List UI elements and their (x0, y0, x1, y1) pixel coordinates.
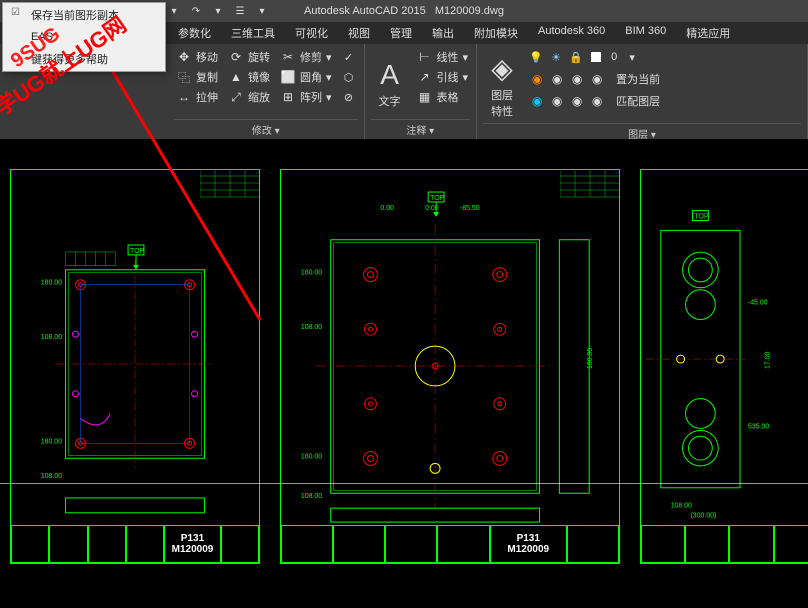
make-current-icon: ◉ (529, 71, 545, 87)
svg-text:108.00: 108.00 (301, 493, 322, 500)
sheet-3: -45.00 535.00 17.00 108.00 (300.00) TOP (641, 170, 808, 563)
svg-text:(300.00): (300.00) (691, 512, 717, 519)
extra-icon-3[interactable]: ⊘ (340, 88, 358, 106)
menu-more-help[interactable]: 键获得更多帮助 (3, 47, 165, 71)
linear-icon: ⊢ (417, 49, 433, 65)
scale-icon: ⤢ (228, 89, 244, 105)
make-current-button[interactable]: ◉◉◉◉ 置为当前 (527, 70, 662, 88)
redo-dropdown[interactable]: ▾ (208, 2, 228, 20)
svg-text:108.00: 108.00 (301, 324, 322, 331)
svg-text:TOP: TOP (694, 213, 708, 220)
drawing-canvas[interactable]: TOP 180.00 108.00 180.00 108.00 P131M120… (0, 139, 808, 608)
table-icon: ▦ (417, 89, 433, 105)
window-title: Autodesk AutoCAD 2015 M120009.dwg (304, 5, 504, 17)
qat-dropdown[interactable]: ▾ (252, 2, 272, 20)
extra-icon-2[interactable]: ⬡ (340, 68, 358, 86)
title-block-2: P131M120009 (281, 525, 619, 563)
extra-icon-1[interactable]: ✓ (340, 48, 358, 66)
svg-text:180.00: 180.00 (587, 348, 594, 369)
mirror-icon: ▲ (228, 69, 244, 85)
tab-3dtools[interactable]: 三维工具 (221, 22, 285, 44)
panel-layers: ◈ 图层 特性 💡 ☀ 🔒 0 ▾ ◉◉◉◉ 置为当前 ◉◉◉◉ 匹配图层 图层… (477, 44, 808, 139)
undo-dropdown[interactable]: ▾ (164, 2, 184, 20)
layer-props-icon: ◈ (491, 52, 513, 85)
svg-text:180.00: 180.00 (41, 280, 62, 287)
svg-text:0.00: 0.00 (425, 205, 439, 212)
leader-button[interactable]: ↗引线 ▾ (415, 68, 471, 86)
svg-text:180.00: 180.00 (41, 438, 62, 445)
menu-save-copy[interactable]: 保存当前图形副本 (3, 3, 165, 27)
match-layer-button[interactable]: ◉◉◉◉ 匹配图层 (527, 92, 662, 110)
move-icon: ✥ (176, 49, 192, 65)
sun-icon[interactable]: ☀ (547, 48, 565, 66)
color-swatch[interactable] (591, 52, 601, 62)
linear-button[interactable]: ⊢线性 ▾ (415, 48, 471, 66)
tab-addins[interactable]: 附加模块 (464, 22, 528, 44)
tab-featured[interactable]: 精选应用 (676, 22, 740, 44)
tab-parametric[interactable]: 参数化 (168, 22, 221, 44)
trim-icon: ✂ (280, 49, 296, 65)
svg-text:180.00: 180.00 (301, 453, 322, 460)
panel-modify: ✥移动 ⿻复制 ↔拉伸 ⟳旋转 ▲镜像 ⤢缩放 ✂修剪 ▾ ⬜圆角 ▾ ⊞阵列 … (168, 44, 365, 139)
copy-button[interactable]: ⿻复制 (174, 68, 220, 86)
svg-text:108.00: 108.00 (41, 473, 62, 480)
array-button[interactable]: ⊞阵列 ▾ (278, 88, 334, 106)
svg-text:-45.00: -45.00 (748, 300, 768, 307)
svg-text:-85.50: -85.50 (460, 205, 480, 212)
svg-text:108.00: 108.00 (41, 334, 62, 341)
sheet-1: TOP 180.00 108.00 180.00 108.00 (11, 170, 259, 563)
text-button[interactable]: A 文字 (371, 48, 409, 119)
copy-icon: ⿻ (176, 69, 192, 85)
tab-a360[interactable]: Autodesk 360 (528, 22, 615, 44)
layer-state-row: 💡 ☀ 🔒 0 ▾ (527, 48, 662, 66)
svg-text:180.00: 180.00 (301, 270, 322, 277)
tab-view[interactable]: 视图 (338, 22, 380, 44)
table-button[interactable]: ▦表格 (415, 88, 471, 106)
sheet1-grid (200, 169, 260, 199)
panel-annotation: A 文字 ⊢线性 ▾ ↗引线 ▾ ▦表格 注释 ▾ (365, 44, 478, 139)
bulb-icon[interactable]: 💡 (527, 48, 545, 66)
redo-icon[interactable]: ↷ (186, 2, 206, 20)
panel-modify-title: 修改 ▾ (174, 119, 358, 139)
svg-text:TOP: TOP (130, 248, 145, 255)
trim-button[interactable]: ✂修剪 ▾ (278, 48, 334, 66)
array-icon: ⊞ (280, 89, 296, 105)
crosshair-h (0, 483, 808, 484)
title-block-3 (641, 525, 808, 563)
tab-bim360[interactable]: BIM 360 (615, 22, 676, 44)
match-layer-icon: ◉ (529, 93, 545, 109)
sheet-2: 180.00 180.00 108.00 180.00 108.00 0.00 … (281, 170, 619, 563)
tab-manage[interactable]: 管理 (380, 22, 422, 44)
fillet-button[interactable]: ⬜圆角 ▾ (278, 68, 334, 86)
text-icon: A (380, 59, 399, 91)
lock-icon[interactable]: 🔒 (567, 48, 585, 66)
svg-text:108.00: 108.00 (671, 503, 692, 510)
layer-dropdown[interactable]: ▾ (623, 48, 641, 66)
tab-visualize[interactable]: 可视化 (285, 22, 338, 44)
layer-0[interactable]: 0 (607, 48, 621, 66)
svg-text:17.00: 17.00 (765, 352, 772, 369)
rotate-icon: ⟳ (228, 49, 244, 65)
leader-icon: ↗ (417, 69, 433, 85)
stretch-button[interactable]: ↔拉伸 (174, 88, 220, 106)
scale-button[interactable]: ⤢缩放 (226, 88, 272, 106)
mirror-button[interactable]: ▲镜像 (226, 68, 272, 86)
layer-props-button[interactable]: ◈ 图层 特性 (483, 48, 521, 123)
qat-customize-menu: 保存当前图形副本 EAS 键获得更多帮助 (2, 2, 166, 72)
sheet2-grid (560, 169, 620, 199)
move-button[interactable]: ✥移动 (174, 48, 220, 66)
stretch-icon: ↔ (176, 89, 192, 105)
qat-more[interactable]: ☰ (230, 2, 250, 20)
panel-annotation-title: 注释 ▾ (371, 119, 471, 139)
svg-text:TOP: TOP (430, 195, 445, 202)
svg-text:535.00: 535.00 (748, 423, 769, 430)
rotate-button[interactable]: ⟳旋转 (226, 48, 272, 66)
menu-eas[interactable]: EAS (3, 27, 165, 47)
tab-output[interactable]: 输出 (422, 22, 464, 44)
title-block-1: P131M120009 (11, 525, 259, 563)
svg-text:0.00: 0.00 (380, 205, 394, 212)
fillet-icon: ⬜ (280, 69, 296, 85)
